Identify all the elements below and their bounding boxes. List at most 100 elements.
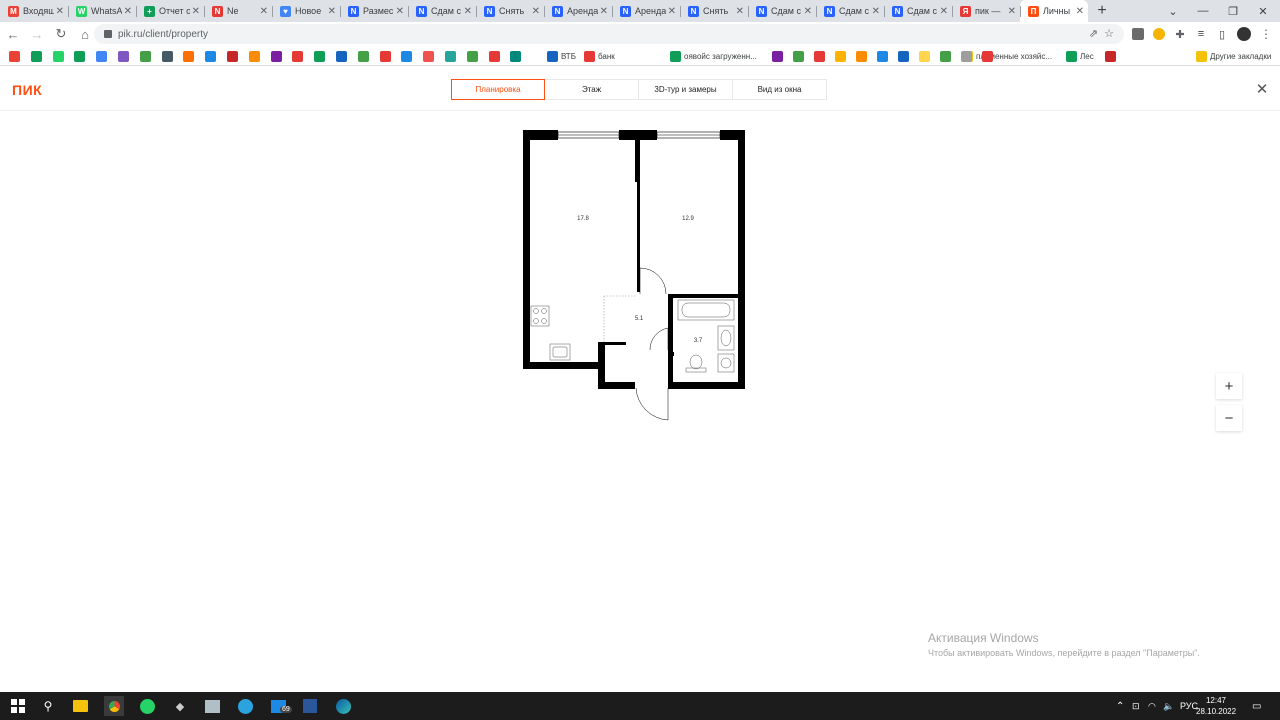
bookmark-icon[interactable] (379, 50, 394, 62)
browser-tab[interactable]: Япик — ✕ (952, 0, 1020, 22)
pik-logo[interactable]: ПИК (12, 82, 42, 98)
tray-chevron-icon[interactable]: ⌃ (1116, 692, 1124, 720)
browser-tab[interactable]: N Сдам с ✕ (408, 0, 476, 22)
share-icon[interactable]: ⇗ (1089, 27, 1098, 40)
tab-search-icon[interactable]: ⌄ (1158, 0, 1188, 22)
close-window-button[interactable]: ✕ (1248, 0, 1278, 22)
extension-icon[interactable] (1131, 26, 1145, 42)
browser-tab[interactable]: N Сдам с ✕ (748, 0, 816, 22)
bookmark-icon[interactable] (814, 50, 828, 62)
browser-tab[interactable]: + Отчет о ✕ (136, 0, 204, 22)
tab-close-icon[interactable]: ✕ (532, 6, 540, 17)
bookmark-icon[interactable] (919, 50, 933, 62)
bookmark-other[interactable]: Другие закладки (1196, 50, 1271, 62)
browser-tab[interactable]: N Аренда ✕ (612, 0, 680, 22)
browser-tab[interactable]: N Сдам с ✕ (884, 0, 952, 22)
file-explorer-icon[interactable] (70, 696, 90, 716)
telegram-icon[interactable] (235, 696, 255, 716)
new-tab-button[interactable]: + (1090, 0, 1114, 22)
tab-close-icon[interactable]: ✕ (396, 6, 404, 17)
tab-floor[interactable]: Этаж (544, 79, 639, 100)
clock[interactable]: 12:47 28.10.2022 (1196, 695, 1236, 717)
bookmark-icon[interactable] (227, 50, 241, 62)
edge-icon[interactable] (333, 696, 353, 716)
network-icon[interactable]: ◠ (1148, 692, 1156, 720)
bookmark-plem[interactable]: племенные хозяйс... (962, 50, 1052, 62)
address-bar[interactable]: pik.ru/client/property ⇗ ☆ (94, 24, 1124, 44)
bookmark-icon[interactable] (510, 50, 524, 62)
browser-tab[interactable]: N Снять ✕ (680, 0, 748, 22)
browser-tab[interactable]: M Входящ ✕ (0, 0, 68, 22)
tab-close-icon[interactable]: ✕ (328, 6, 336, 17)
bookmark-icon[interactable] (314, 50, 328, 62)
bookmark-icon[interactable] (423, 50, 437, 62)
bookmark-icon[interactable] (961, 50, 975, 62)
side-panel-icon[interactable]: ▯ (1215, 26, 1229, 42)
bookmark-icon[interactable] (401, 50, 415, 62)
home-icon[interactable]: ⌂ (74, 23, 96, 45)
bookmark-icon[interactable] (183, 50, 197, 62)
word-icon[interactable] (300, 696, 320, 716)
bookmark-icon[interactable] (248, 50, 263, 62)
browser-tab[interactable]: ♥ Новое ✕ (272, 0, 340, 22)
tray-app-icon[interactable]: ⊡ (1132, 692, 1140, 720)
forward-icon[interactable]: → (26, 23, 48, 45)
bookmark-icon[interactable] (835, 50, 849, 62)
bookmark-icon[interactable] (793, 50, 807, 62)
tab-3d-tour[interactable]: 3D-тур и замеры (638, 79, 733, 100)
browser-tab[interactable]: N Ne ✕ (204, 0, 272, 22)
tab-close-icon[interactable]: ✕ (192, 6, 200, 17)
tab-close-icon[interactable]: ✕ (56, 6, 64, 17)
bookmark-vtb[interactable]: ВТБ (547, 50, 576, 62)
app-icon[interactable]: ◆ (170, 696, 190, 716)
minimize-button[interactable]: — (1188, 0, 1218, 22)
chrome-icon[interactable] (104, 696, 124, 716)
bookmark-icon[interactable] (52, 50, 67, 62)
bookmark-icon[interactable] (772, 50, 786, 62)
extension-icon[interactable] (1152, 26, 1166, 42)
bookmark-icon[interactable] (982, 50, 996, 62)
bookmark-icon[interactable] (30, 50, 45, 62)
tab-close-icon[interactable]: ✕ (804, 6, 812, 17)
tab-close-icon[interactable]: ✕ (1076, 6, 1084, 17)
profile-avatar[interactable] (1236, 26, 1252, 42)
reload-icon[interactable]: ↻ (50, 23, 72, 45)
bookmark-icon[interactable] (74, 50, 88, 62)
bookmark-icon[interactable] (96, 50, 110, 62)
bookmark-icon[interactable] (9, 50, 23, 62)
app-icon[interactable] (202, 696, 222, 716)
volume-icon[interactable]: 🔈 (1163, 692, 1174, 720)
bookmark-icon[interactable] (270, 50, 285, 62)
bookmark-icon[interactable] (940, 50, 954, 62)
zoom-in-button[interactable]: + (1216, 373, 1242, 399)
browser-tab[interactable]: N Размес ✕ (340, 0, 408, 22)
tab-close-icon[interactable]: ✕ (940, 6, 948, 17)
bookmark-icon[interactable] (336, 50, 350, 62)
bookmark-oyavoy[interactable]: оявойс загруженн... (670, 50, 757, 62)
zoom-out-button[interactable]: − (1216, 405, 1242, 431)
browser-tab[interactable]: W WhatsA ✕ (68, 0, 136, 22)
tab-close-icon[interactable]: ✕ (1008, 6, 1016, 17)
browser-tab[interactable]: N Снять ✕ (476, 0, 544, 22)
browser-tab[interactable]: П Личны ✕ (1020, 0, 1088, 22)
search-icon[interactable]: ⚲ (38, 696, 58, 716)
bookmark-star-icon[interactable]: ☆ (1104, 27, 1114, 40)
bookmark-icon-only[interactable] (1105, 50, 1119, 62)
bookmark-icon[interactable] (205, 50, 219, 62)
bookmark-bank[interactable]: банк (584, 50, 615, 62)
whatsapp-icon[interactable] (137, 696, 157, 716)
browser-menu-icon[interactable]: ⋮ (1259, 26, 1273, 42)
restore-button[interactable]: ❐ (1218, 0, 1248, 22)
tab-close-icon[interactable]: ✕ (464, 6, 472, 17)
tab-close-icon[interactable]: ✕ (668, 6, 676, 17)
back-icon[interactable]: ← (2, 23, 24, 45)
tab-layout[interactable]: Планировка (451, 79, 545, 100)
tab-close-icon[interactable]: ✕ (260, 6, 268, 17)
tab-close-icon[interactable]: ✕ (600, 6, 608, 17)
tab-close-icon[interactable]: ✕ (872, 6, 880, 17)
bookmark-icon[interactable] (161, 50, 176, 62)
tab-window-view[interactable]: Вид из окна (732, 79, 827, 100)
bookmark-icon[interactable] (118, 50, 132, 62)
close-icon[interactable]: ✕ (1255, 82, 1269, 97)
tab-close-icon[interactable]: ✕ (736, 6, 744, 17)
